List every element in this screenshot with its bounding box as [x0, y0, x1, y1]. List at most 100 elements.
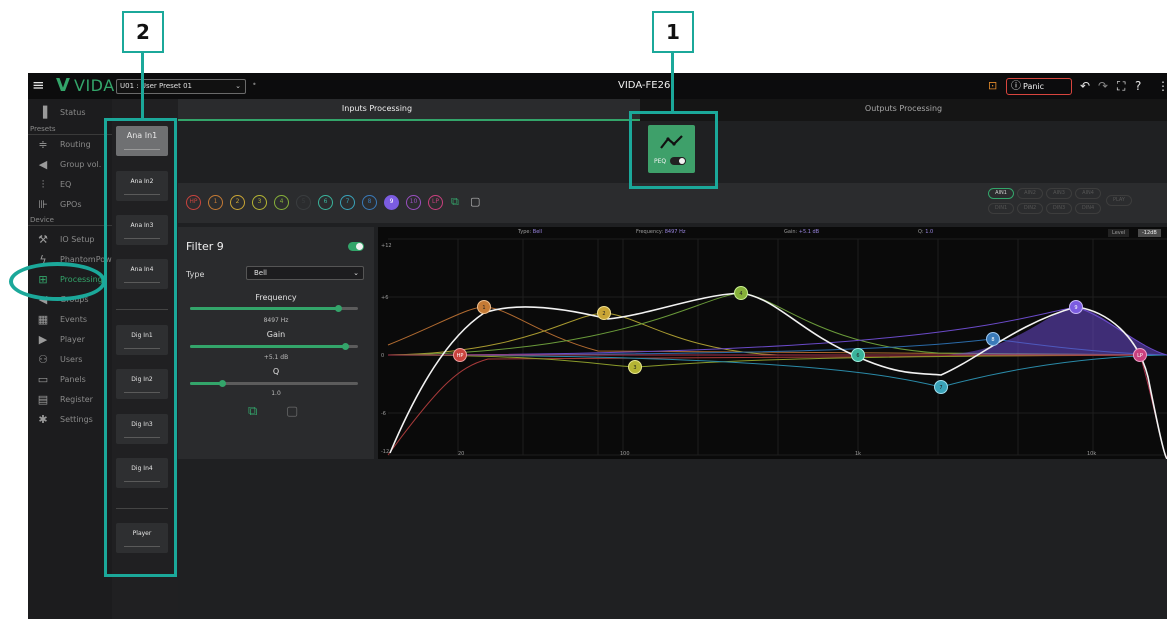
filter-button-7[interactable]: 7: [340, 195, 355, 210]
q-slider-fill: [190, 382, 222, 385]
ain-pill-din1[interactable]: DIN1: [988, 203, 1014, 214]
level-value[interactable]: -12dB: [1138, 229, 1161, 237]
q-slider-knob[interactable]: [218, 380, 226, 387]
sidebar-item-panels[interactable]: ▭ Panels: [28, 371, 112, 389]
paste-filter-icon[interactable]: ▢: [286, 404, 298, 419]
hamburger-menu-icon[interactable]: ≡: [32, 77, 45, 93]
ain-pill-ain1[interactable]: AIN1: [988, 188, 1014, 199]
y-tick: +6: [381, 295, 389, 301]
more-vertical-icon[interactable]: ⋮: [1157, 78, 1167, 94]
filter-button-5[interactable]: 5: [296, 195, 311, 210]
filter-button-4[interactable]: 4: [274, 195, 289, 210]
readout-type: Type: Bell: [518, 229, 542, 235]
readout-type-value: Bell: [532, 229, 543, 235]
frequency-slider-fill: [190, 307, 338, 310]
speaker-icon: ◀: [38, 158, 48, 171]
sidebar-item-status[interactable]: ▐ Status: [28, 104, 112, 122]
sidebar-item-users[interactable]: ⚇ Users: [28, 351, 112, 369]
sidebar-item-events[interactable]: ▦ Events: [28, 311, 112, 329]
sidebar-item-label: Settings: [60, 415, 93, 424]
svg-text:4: 4: [739, 291, 742, 297]
ain-pill-din4[interactable]: DIN4: [1075, 203, 1101, 214]
tab-outputs-processing[interactable]: Outputs Processing: [640, 99, 1167, 121]
svg-text:2: 2: [602, 311, 605, 317]
filter-button-hp[interactable]: HP: [186, 195, 201, 210]
sidebar-item-label: Panels: [60, 375, 86, 384]
bar-chart-icon: ▐: [38, 106, 48, 119]
routing-icon: ≑: [38, 138, 48, 151]
ain-pill-din2[interactable]: DIN2: [1017, 203, 1043, 214]
eq-response-graph[interactable]: HP 1 2 3 4 6 7 8 9 LP +12 +6 0 -6 -12 20…: [378, 227, 1167, 459]
readout-gain-value: +5.1 dB: [798, 229, 820, 235]
paste-icon[interactable]: ▢: [470, 195, 482, 209]
filter-button-2[interactable]: 2: [230, 195, 245, 210]
svg-text:3: 3: [633, 365, 636, 371]
ain-pill-din3[interactable]: DIN3: [1046, 203, 1072, 214]
sidebar-item-label: Events: [60, 315, 88, 324]
chevron-down-icon: ⌄: [235, 82, 241, 90]
filter-type-select[interactable]: Bell ⌄: [246, 266, 364, 280]
help-icon[interactable]: ?: [1135, 78, 1141, 94]
frequency-slider[interactable]: [190, 305, 358, 312]
filter-button-3[interactable]: 3: [252, 195, 267, 210]
copy-filter-icon[interactable]: ⧉: [248, 404, 257, 419]
callout-number-1: 1: [652, 11, 694, 53]
filter-button-1[interactable]: 1: [208, 195, 223, 210]
copy-icon[interactable]: ⧉: [451, 195, 463, 209]
filter-enable-toggle[interactable]: [348, 242, 364, 251]
readout-q-label: Q:: [918, 229, 924, 235]
sidebar-item-label: Status: [60, 108, 86, 117]
gear-icon: ✱: [38, 413, 48, 426]
top-bar: ≡ V VIDA U01 : User Preset 01 ⌄ • VIDA-F…: [28, 73, 1167, 99]
readout-frequency-value: 8497 Hz: [664, 229, 686, 235]
filter-button-9[interactable]: 9: [384, 195, 399, 210]
sidebar-item-eq[interactable]: ⫶ EQ: [28, 176, 112, 194]
frequency-slider-knob[interactable]: [334, 305, 342, 312]
x-tick: 10k: [1087, 451, 1097, 457]
q-slider[interactable]: [190, 380, 358, 387]
filter-button-10[interactable]: 10: [406, 195, 421, 210]
filter-button-lp[interactable]: LP: [428, 195, 443, 210]
readout-frequency-label: Frequency:: [636, 229, 664, 235]
calendar-icon: ▦: [37, 313, 49, 326]
sidebar-item-settings[interactable]: ✱ Settings: [28, 411, 112, 429]
callout-number-2: 2: [122, 11, 164, 53]
users-icon: ⚇: [38, 353, 48, 366]
x-tick: 100: [620, 451, 630, 457]
redo-icon[interactable]: ↷: [1098, 78, 1108, 94]
undo-icon[interactable]: ↶: [1080, 78, 1090, 94]
empty-area: [178, 459, 1167, 619]
filter-button-8[interactable]: 8: [362, 195, 377, 210]
sidebar-item-gpos[interactable]: ⊪ GPOs: [28, 196, 112, 214]
sidebar-item-routing[interactable]: ≑ Routing: [28, 136, 112, 154]
tab-inputs-processing[interactable]: Inputs Processing: [114, 99, 640, 121]
sidebar-item-player[interactable]: ▶ Player: [28, 331, 112, 349]
q-label: Q: [272, 367, 280, 376]
preset-select[interactable]: U01 : User Preset 01 ⌄: [116, 79, 246, 94]
sidebar-item-io-setup[interactable]: ⚒ IO Setup: [28, 231, 112, 249]
panic-button[interactable]: ⓘ Panic: [1006, 78, 1072, 95]
ain-pill-play[interactable]: PLAY: [1106, 195, 1132, 206]
eq-sliders-icon: ⫶: [41, 178, 45, 191]
sidebar-item-group-vol[interactable]: ◀ Group vol.: [28, 156, 112, 174]
readout-type-label: Type:: [518, 229, 532, 235]
gain-value: +5.1 dB: [263, 354, 289, 361]
device-title: VIDA-FE26: [618, 80, 671, 91]
svg-text:6: 6: [856, 353, 859, 359]
y-tick: 0: [381, 353, 385, 359]
ain-pill-ain3[interactable]: AIN3: [1046, 188, 1072, 199]
section-device: Device: [30, 216, 54, 224]
svg-text:LP: LP: [1137, 353, 1143, 359]
ain-pill-ain2[interactable]: AIN2: [1017, 188, 1043, 199]
svg-text:7: 7: [939, 385, 942, 391]
gain-slider-knob[interactable]: [341, 343, 349, 350]
callout-2-connector: [141, 53, 144, 120]
ain-pill-ain4[interactable]: AIN4: [1075, 188, 1101, 199]
network-status-icon[interactable]: ⊡: [988, 78, 997, 94]
register-icon: ▤: [37, 393, 49, 406]
svg-text:HP: HP: [457, 353, 464, 359]
gain-slider[interactable]: [190, 343, 358, 350]
sidebar-item-register[interactable]: ▤ Register: [28, 391, 112, 409]
filter-button-6[interactable]: 6: [318, 195, 333, 210]
fullscreen-icon[interactable]: ⛶: [1117, 78, 1125, 94]
